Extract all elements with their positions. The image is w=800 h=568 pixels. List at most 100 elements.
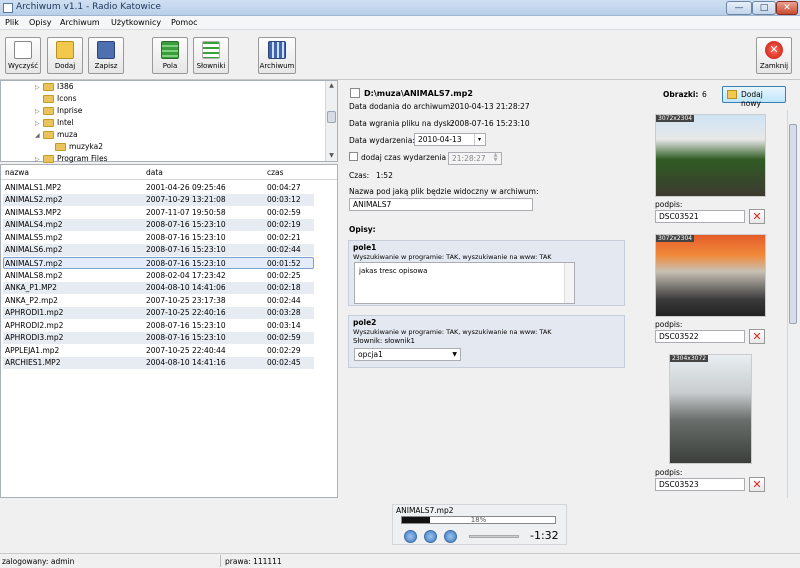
stop-button[interactable] — [444, 530, 457, 543]
file-list[interactable]: nazwa data czas ANIMALS1.MP2 2001-04-26 0… — [0, 164, 338, 498]
table-row[interactable]: ANIMALS3.MP2 2007-11-07 19:50:58 00:02:59 — [3, 207, 314, 219]
fields-button[interactable]: Pola — [152, 37, 188, 74]
table-row[interactable]: ANIMALS1.MP2 2001-04-26 09:25:46 00:04:27 — [3, 182, 314, 194]
menu-pomoc[interactable]: Pomoc — [171, 18, 198, 27]
tree-item-muza[interactable]: ◢ muza — [35, 129, 78, 141]
add-time-checkbox[interactable] — [349, 152, 358, 161]
audio-player: ANIMALS7.mp2 18% -1:32 — [392, 504, 567, 545]
added-date: 2010-04-13 21:28:27 — [450, 102, 530, 111]
tree-item-i386[interactable]: ▷ I386 — [35, 81, 74, 93]
table-row[interactable]: ANIMALS5.mp2 2008-07-16 15:23:10 00:02:21 — [3, 232, 314, 244]
exit-button[interactable]: ✕ Zamknij — [756, 37, 792, 74]
pole2-info: Wyszukiwanie w programie: TAK, wyszukiwa… — [353, 328, 552, 336]
pole1-textarea[interactable]: jakas tresc opisowa — [354, 262, 575, 304]
dictionaries-button[interactable]: Słowniki — [193, 37, 229, 74]
delete-image-icon[interactable]: ✕ — [749, 329, 765, 344]
caption-input[interactable]: DSC03523 — [655, 478, 745, 491]
column-header-time[interactable]: czas — [267, 168, 284, 177]
tree-item-icons[interactable]: Icons — [35, 93, 77, 105]
pole1-panel: pole1 Wyszukiwanie w programie: TAK, wys… — [348, 240, 625, 306]
image-dimensions: 2304x3072 — [670, 355, 709, 362]
pole1-title: pole1 — [353, 243, 377, 252]
close-window-button[interactable]: ✕ — [776, 1, 798, 15]
list-icon — [202, 41, 220, 59]
event-time-field[interactable]: 21:28:27 ▲ ▼ — [448, 152, 502, 165]
column-header-date[interactable]: data — [146, 168, 163, 177]
pole2-dictionary: Słownik: słownik1 — [353, 337, 415, 345]
tree-scrollbar[interactable]: ▲ ▼ — [325, 81, 337, 161]
add-button[interactable]: Dodaj — [47, 37, 83, 74]
table-row[interactable]: APHRODI3.mp2 2008-07-16 15:23:10 00:02:59 — [3, 332, 314, 344]
floppy-icon — [97, 41, 115, 59]
table-row[interactable]: ANKA_P2.mp2 2007-10-25 23:17:38 00:02:44 — [3, 295, 314, 307]
time-spinner-icon[interactable]: ▲ ▼ — [491, 153, 500, 164]
pole1-info: Wyszukiwanie w programie: TAK, wyszukiwa… — [353, 253, 552, 261]
archive-button[interactable]: Archiwum — [258, 37, 296, 74]
volume-slider[interactable] — [469, 535, 519, 538]
images-scrollbar[interactable] — [787, 110, 798, 498]
add-image-button[interactable]: Dodaj nowy — [722, 86, 786, 108]
new-document-icon — [14, 41, 32, 59]
textarea-scrollbar[interactable] — [564, 263, 574, 303]
duration-value: 1:52 — [376, 171, 393, 180]
status-rights: prawa: 111111 — [225, 557, 282, 566]
caption-input[interactable]: DSC03521 — [655, 210, 745, 223]
table-row[interactable]: ANIMALS4.mp2 2008-07-16 15:23:10 00:02:19 — [3, 219, 314, 231]
menu-archiwum[interactable]: Archiwum — [60, 18, 100, 27]
caption-label: podpis: — [655, 320, 683, 329]
clear-button[interactable]: Wyczyść — [5, 37, 41, 74]
save-button[interactable]: Zapisz — [88, 37, 124, 74]
maximize-button[interactable]: □ — [752, 1, 776, 15]
playback-progress-bar[interactable]: 18% — [401, 516, 556, 524]
menu-uzytkownicy[interactable]: Użytkownicy — [111, 18, 161, 27]
status-bar: zalogowany: admin prawa: 111111 — [0, 553, 800, 568]
scroll-up-icon[interactable]: ▲ — [326, 81, 337, 91]
folder-icon — [43, 119, 54, 127]
delete-image-icon[interactable]: ✕ — [749, 477, 765, 492]
scroll-thumb[interactable] — [327, 111, 336, 123]
table-row[interactable]: ANIMALS6.mp2 2008-07-16 15:23:10 00:02:44 — [3, 244, 314, 256]
tree-item-muzyka2[interactable]: muzyka2 — [47, 141, 103, 153]
archive-name-input[interactable]: ANIMALS7 — [349, 198, 533, 211]
image-thumbnail[interactable]: 2304x3072 — [669, 354, 752, 464]
column-header-name[interactable]: nazwa — [5, 168, 29, 177]
event-date-label: Data wydarzenia: — [349, 136, 415, 145]
menu-plik[interactable]: Plik — [5, 18, 19, 27]
descriptions-label: Opisy: — [349, 225, 376, 234]
image-thumbnail[interactable]: 3072x2304 — [655, 234, 766, 317]
delete-image-icon[interactable]: ✕ — [749, 209, 765, 224]
scroll-thumb[interactable] — [789, 124, 797, 324]
add-time-label: dodaj czas wydarzenia — [361, 153, 447, 162]
table-row[interactable]: ANIMALS8.mp2 2008-02-04 17:23:42 00:02:25 — [3, 270, 314, 282]
folder-tree[interactable]: ▷ I386 Icons ▷ Inprise ▷ Intel ◢ muza muzyka… — [0, 80, 338, 163]
fields-icon — [161, 41, 179, 59]
title-bar: Archiwum v1.1 - Radio Katowice — □ ✕ — [0, 0, 800, 16]
table-row[interactable]: ANKA_P1.MP2 2004-08-10 14:41:06 00:02:18 — [3, 282, 314, 294]
table-row[interactable]: ANIMALS2.mp2 2007-10-29 13:21:08 00:03:12 — [3, 194, 314, 206]
uploaded-date: 2008-07-16 15:23:10 — [450, 119, 530, 128]
event-date-picker[interactable]: 2010-04-13 ▾ — [414, 133, 486, 146]
caption-input[interactable]: DSC03522 — [655, 330, 745, 343]
table-row[interactable]: APHRODI2.mp2 2008-07-16 15:23:10 00:03:14 — [3, 320, 314, 332]
pole2-title: pole2 — [353, 318, 377, 327]
tree-item-intel[interactable]: ▷ Intel — [35, 117, 74, 129]
pole2-panel: pole2 Wyszukiwanie w programie: TAK, wys… — [348, 315, 625, 368]
table-row[interactable]: ARCHIES1.MP2 2004-08-10 14:41:16 00:02:45 — [3, 357, 314, 369]
minimize-button[interactable]: — — [726, 1, 752, 15]
table-row-selected[interactable]: ANIMALS7.mp2 2008-07-16 15:23:10 00:01:52 — [3, 257, 314, 269]
pause-button[interactable] — [424, 530, 437, 543]
play-button[interactable] — [404, 530, 417, 543]
table-row[interactable]: APPLEJA1.mp2 2007-10-25 22:40:44 00:02:29 — [3, 345, 314, 357]
file-path: D:\muza\ANIMALS7.mp2 — [364, 89, 473, 98]
calendar-icon[interactable]: ▾ — [474, 134, 484, 145]
scroll-down-icon[interactable]: ▼ — [326, 151, 337, 161]
images-label: Obrazki: — [663, 90, 699, 99]
image-thumbnail[interactable]: 3072x2304 — [655, 114, 766, 197]
status-user: zalogowany: admin — [2, 557, 75, 566]
menu-opisy[interactable]: Opisy — [29, 18, 52, 27]
image-dimensions: 3072x2304 — [656, 235, 695, 242]
table-row[interactable]: APHRODI1.mp2 2007-10-25 22:40:16 00:03:28 — [3, 307, 314, 319]
tree-item-inprise[interactable]: ▷ Inprise — [35, 105, 82, 117]
player-track-name: ANIMALS7.mp2 — [396, 506, 454, 515]
pole2-select[interactable]: opcja1 ▼ — [354, 348, 461, 361]
